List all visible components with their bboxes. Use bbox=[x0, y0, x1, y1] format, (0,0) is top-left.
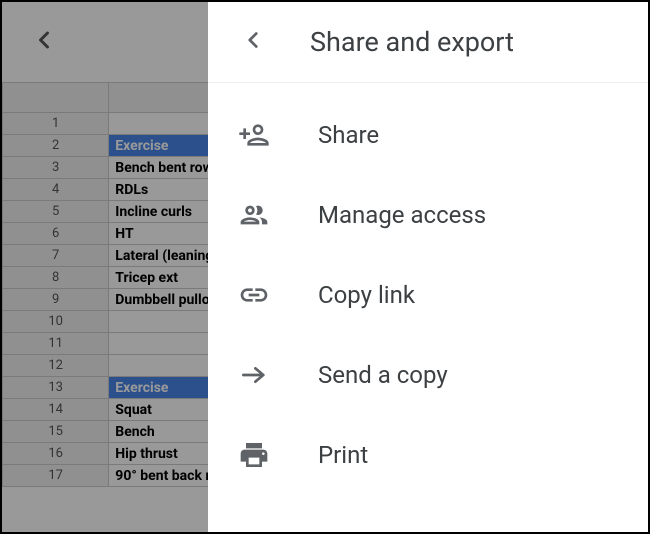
menu-item-copy-link[interactable]: Copy link bbox=[208, 255, 648, 335]
link-icon bbox=[238, 279, 270, 311]
panel-title: Share and export bbox=[310, 26, 514, 58]
panel-back-button[interactable] bbox=[240, 27, 266, 57]
menu-item-label: Send a copy bbox=[318, 361, 448, 389]
menu-list: Share Manage access Copy link Send a copy Pr… bbox=[208, 95, 648, 495]
share-panel: Share and export Share Manage access Copy … bbox=[208, 2, 648, 532]
menu-item-label: Copy link bbox=[318, 281, 415, 309]
menu-item-label: Print bbox=[318, 441, 368, 469]
menu-item-send-a-copy[interactable]: Send a copy bbox=[208, 335, 648, 415]
menu-item-label: Share bbox=[318, 121, 379, 149]
menu-item-share[interactable]: Share bbox=[208, 95, 648, 175]
person-add-icon bbox=[238, 119, 270, 151]
menu-item-label: Manage access bbox=[318, 201, 486, 229]
print-icon bbox=[238, 439, 270, 471]
menu-item-print[interactable]: Print bbox=[208, 415, 648, 495]
panel-header: Share and export bbox=[208, 2, 648, 83]
menu-item-manage-access[interactable]: Manage access bbox=[208, 175, 648, 255]
people-icon bbox=[238, 199, 270, 231]
send-icon bbox=[238, 359, 270, 391]
